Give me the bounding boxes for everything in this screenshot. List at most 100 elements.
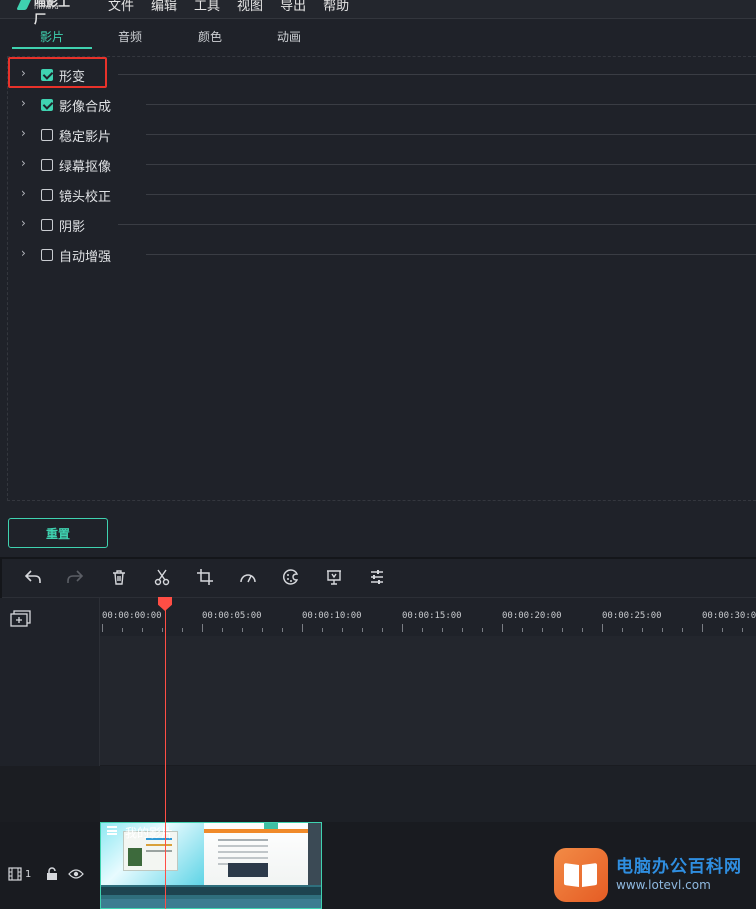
menu-view[interactable]: 视图 [237,0,263,14]
thumbnail-bar [204,829,308,833]
crop-icon[interactable] [195,568,215,588]
ruler-tick [102,624,103,632]
ruler-tick [382,628,383,632]
track-row [0,636,756,766]
track-row [0,766,756,822]
ruler-tick [322,628,323,632]
ruler-time-label: 00:00:00:00 [102,611,162,621]
ruler-tick [202,624,203,632]
ruler-time-label: 00:00:05:00 [202,611,262,621]
clip-menu-icon[interactable] [107,826,117,835]
properties-panel: › 形变 › 影像合成 › 稳定影片 › 绿幕抠像 › 镜头校正 › 阴影 › … [7,56,756,501]
ruler-tick [642,628,643,632]
property-label: 影像合成 [59,100,112,115]
toolbar-divider [0,559,2,599]
ruler-tick [562,628,563,632]
ruler-tick [742,628,743,632]
chevron-right-icon[interactable]: › [21,186,26,200]
ruler-tick [162,628,163,632]
ruler-tick [722,628,723,632]
track-number: 1 [25,869,32,880]
ruler-tick [442,628,443,632]
ruler-time-label: 00:00:25:00 [602,611,662,621]
ruler-tick [522,628,523,632]
export-frame-icon[interactable] [324,568,344,588]
property-auto-enhance[interactable]: › 自动增强 [8,244,756,265]
property-label: 镜头校正 [59,190,112,205]
property-label: 稳定影片 [59,130,112,145]
menu-help[interactable]: 帮助 [323,0,349,14]
ruler-tick [582,628,583,632]
chroma-key-checkbox[interactable] [41,159,53,171]
ruler-tick [662,628,663,632]
tab-video[interactable]: 影片 [12,28,92,49]
lens-correction-checkbox[interactable] [41,189,53,201]
undo-icon[interactable] [23,568,43,588]
menu-edit[interactable]: 编辑 [151,0,177,14]
ruler-tick [622,628,623,632]
tab-audio[interactable]: 音频 [90,28,170,45]
ruler-tick [602,624,603,632]
ruler-tick [682,628,683,632]
ruler-tick [282,628,283,632]
menu-file[interactable]: 文件 [108,0,134,14]
time-ruler[interactable]: 00:00:00:00 00:00:05:00 00:00:10:00 00:00:1… [100,598,756,636]
redo-icon[interactable] [65,568,85,588]
ruler-tick [142,628,143,632]
property-shadow[interactable]: › 阴影 [8,214,756,235]
ruler-tick [122,628,123,632]
tab-color[interactable]: 颜色 [170,28,250,45]
menu-tools[interactable]: 工具 [194,0,220,14]
ruler-tick [222,628,223,632]
auto-enhance-checkbox[interactable] [41,249,53,261]
chevron-right-icon[interactable]: › [21,156,26,170]
property-label: 绿幕抠像 [59,160,112,175]
divider [118,74,756,75]
eye-icon[interactable] [68,868,84,883]
lock-icon[interactable] [46,867,58,884]
ruler-time-label: 00:00:15:00 [402,611,462,621]
speed-icon[interactable] [238,568,258,588]
property-chroma-key[interactable]: › 绿幕抠像 [8,154,756,175]
cut-icon[interactable] [152,568,172,588]
property-tabs: 影片 音频 颜色 动画 [12,28,756,50]
video-clip[interactable]: 我的影片 [100,822,322,909]
ruler-tick [182,628,183,632]
divider [146,134,756,135]
book-icon [554,848,608,902]
ruler-tick [702,624,703,632]
add-track-icon[interactable] [10,610,32,628]
chevron-right-icon[interactable]: › [21,246,26,260]
clip-thumbnail [308,823,321,885]
tab-animation[interactable]: 动画 [249,28,329,45]
menu-export[interactable]: 导出 [280,0,306,14]
property-stabilization[interactable]: › 稳定影片 [8,124,756,145]
shadow-checkbox[interactable] [41,219,53,231]
track-header [0,822,100,909]
main-menu: 文件 编辑 工具 视图 导出 帮助 [108,0,366,14]
delete-icon[interactable] [109,568,129,588]
ruler-tick [262,628,263,632]
stabilization-checkbox[interactable] [41,129,53,141]
adjust-icon[interactable] [367,568,387,588]
property-lens-correction[interactable]: › 镜头校正 [8,184,756,205]
property-transform[interactable]: › 形变 [8,64,756,85]
watermark-title: 电脑办公百科网 [616,857,742,877]
divider [146,254,756,255]
chevron-right-icon[interactable]: › [21,96,26,110]
watermark: 电脑办公百科网 www.lotevl.com [554,848,754,904]
property-compositing[interactable]: › 影像合成 [8,94,756,115]
thumbnail-logo [264,823,278,829]
logo-subtext: filmora [34,3,59,11]
reset-button[interactable]: 重置 [8,518,108,548]
track-header [0,766,100,822]
chevron-right-icon[interactable]: › [21,216,26,230]
ruler-tick [482,628,483,632]
playhead-line[interactable] [165,605,166,909]
ruler-time-label: 00:00:30:00 [702,611,756,621]
ruler-tick [462,628,463,632]
ruler-time-label: 00:00:10:00 [302,611,362,621]
compositing-checkbox[interactable] [41,99,53,111]
color-icon[interactable] [281,568,301,588]
chevron-right-icon[interactable]: › [21,126,26,140]
